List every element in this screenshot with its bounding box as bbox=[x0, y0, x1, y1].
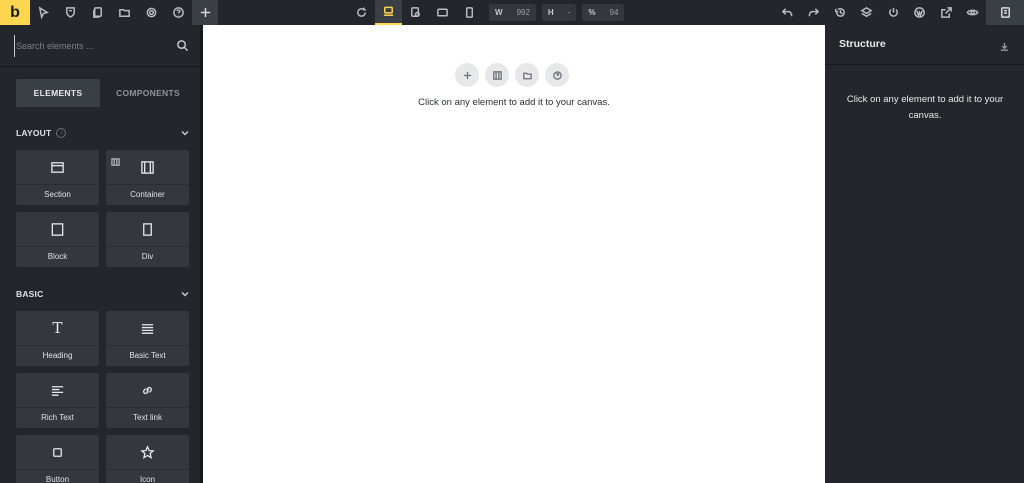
help-icon[interactable] bbox=[545, 63, 569, 87]
preview-eye-icon[interactable] bbox=[960, 0, 987, 25]
basic-text-icon bbox=[141, 323, 154, 334]
elements-panel: ELEMENTS COMPONENTS LAYOUT i Section Con… bbox=[0, 25, 203, 483]
builder-canvas[interactable]: Click on any element to add it to your c… bbox=[203, 25, 825, 483]
link-icon bbox=[143, 386, 152, 394]
panel-tabs: ELEMENTS COMPONENTS bbox=[16, 79, 190, 107]
element-tile-container[interactable]: Container bbox=[106, 150, 189, 205]
height-value: - bbox=[567, 8, 571, 17]
top-toolbar: b W 992 H - % 94 bbox=[0, 0, 1024, 25]
tile-label: Section bbox=[16, 184, 99, 199]
rich-text-icon bbox=[51, 385, 64, 396]
div-icon bbox=[143, 222, 152, 236]
chevron-down-icon[interactable] bbox=[180, 289, 190, 299]
tile-label: Div bbox=[106, 246, 189, 261]
structure-empty-message: Click on any element to add it to your c… bbox=[846, 94, 1004, 121]
laptop-icon bbox=[411, 7, 420, 17]
desktop-breakpoint-button[interactable] bbox=[375, 0, 402, 25]
tab-components[interactable]: COMPONENTS bbox=[106, 79, 190, 107]
columns-icon bbox=[111, 154, 120, 166]
search-input[interactable] bbox=[14, 35, 174, 57]
canvas-actions bbox=[455, 63, 575, 87]
add-icon[interactable] bbox=[455, 63, 479, 87]
section-header-layout[interactable]: LAYOUT i bbox=[16, 126, 190, 140]
width-value: 992 bbox=[516, 8, 530, 17]
desktop-icon bbox=[383, 6, 394, 16]
section-title-basic: BASIC bbox=[16, 289, 44, 299]
info-icon[interactable]: i bbox=[56, 128, 67, 138]
chevron-down-icon[interactable] bbox=[180, 128, 190, 138]
element-tile-basic-text[interactable]: Basic Text bbox=[106, 311, 189, 366]
tab-elements[interactable]: ELEMENTS bbox=[16, 79, 100, 107]
folder-icon[interactable] bbox=[515, 63, 539, 87]
wordpress-icon[interactable] bbox=[907, 0, 934, 25]
element-tile-button[interactable]: Button bbox=[16, 435, 99, 483]
shield-icon[interactable] bbox=[57, 0, 84, 25]
redo-icon[interactable] bbox=[801, 0, 828, 25]
button-icon bbox=[53, 447, 62, 457]
layers-icon[interactable] bbox=[854, 0, 881, 25]
height-field[interactable]: H - bbox=[541, 4, 577, 21]
add-element-button[interactable] bbox=[192, 0, 218, 25]
structure-panel: Structure Click on any element to add it… bbox=[825, 25, 1024, 483]
search-bar bbox=[14, 35, 196, 57]
container-icon bbox=[141, 160, 154, 174]
gear-icon[interactable] bbox=[138, 0, 165, 25]
element-tile-rich-text[interactable]: Rich Text bbox=[16, 373, 99, 428]
element-tile-text-link[interactable]: Text link bbox=[106, 373, 189, 428]
canvas-empty-message: Click on any element to add it to your c… bbox=[418, 97, 610, 108]
history-icon[interactable] bbox=[827, 0, 854, 25]
width-field[interactable]: W 992 bbox=[489, 4, 536, 21]
structure-header: Structure bbox=[825, 25, 1024, 65]
toolbar-right-actions bbox=[774, 0, 1024, 25]
tile-label: Container bbox=[106, 184, 189, 199]
toggle-panel-button[interactable] bbox=[986, 0, 1024, 25]
height-label: H bbox=[547, 8, 554, 17]
templates-icon[interactable] bbox=[485, 63, 509, 87]
pointer-icon[interactable] bbox=[30, 0, 57, 25]
download-icon[interactable] bbox=[999, 39, 1010, 51]
zoom-field[interactable]: % 94 bbox=[582, 4, 625, 21]
folder-icon[interactable] bbox=[111, 0, 138, 25]
tile-label: Text link bbox=[106, 407, 189, 422]
width-label: W bbox=[495, 8, 503, 17]
section-title-layout: LAYOUT bbox=[16, 128, 52, 138]
power-icon[interactable] bbox=[880, 0, 907, 25]
tile-label: Heading bbox=[16, 345, 99, 360]
star-icon bbox=[140, 444, 155, 459]
block-icon bbox=[51, 222, 64, 236]
external-link-icon[interactable] bbox=[933, 0, 960, 25]
element-tile-div[interactable]: Div bbox=[106, 212, 189, 267]
phone-breakpoint-button[interactable] bbox=[456, 0, 483, 25]
breakpoint-controls: W 992 H - % 94 bbox=[348, 0, 625, 25]
structure-title: Structure bbox=[839, 38, 886, 50]
divider bbox=[0, 66, 200, 67]
phone-portrait-icon bbox=[465, 7, 474, 18]
tile-label: Button bbox=[16, 469, 99, 483]
section-icon bbox=[51, 161, 64, 173]
pages-icon[interactable] bbox=[84, 0, 111, 25]
tile-label: Block bbox=[16, 246, 99, 261]
toggle-panel-icon bbox=[1000, 7, 1010, 18]
heading-glyph: T bbox=[52, 319, 63, 337]
tile-label: Icon bbox=[106, 469, 189, 483]
zoom-label: % bbox=[588, 8, 596, 17]
zoom-value: 94 bbox=[609, 8, 619, 17]
element-tile-icon[interactable]: Icon bbox=[106, 435, 189, 483]
section-header-basic[interactable]: BASIC bbox=[16, 287, 190, 301]
element-tile-section[interactable]: Section bbox=[16, 150, 99, 205]
element-tile-heading[interactable]: T Heading bbox=[16, 311, 99, 366]
undo-icon[interactable] bbox=[774, 0, 801, 25]
tablet-landscape-icon bbox=[437, 8, 448, 17]
tile-label: Basic Text bbox=[106, 345, 189, 360]
laptop-breakpoint-button[interactable] bbox=[402, 0, 429, 25]
element-tile-block[interactable]: Block bbox=[16, 212, 99, 267]
refresh-icon[interactable] bbox=[348, 0, 375, 25]
search-icon[interactable] bbox=[176, 39, 190, 53]
bricks-logo[interactable]: b bbox=[0, 0, 30, 25]
tablet-breakpoint-button[interactable] bbox=[429, 0, 456, 25]
tile-label: Rich Text bbox=[16, 407, 99, 422]
heading-icon: T bbox=[52, 311, 62, 345]
help-icon[interactable] bbox=[165, 0, 192, 25]
